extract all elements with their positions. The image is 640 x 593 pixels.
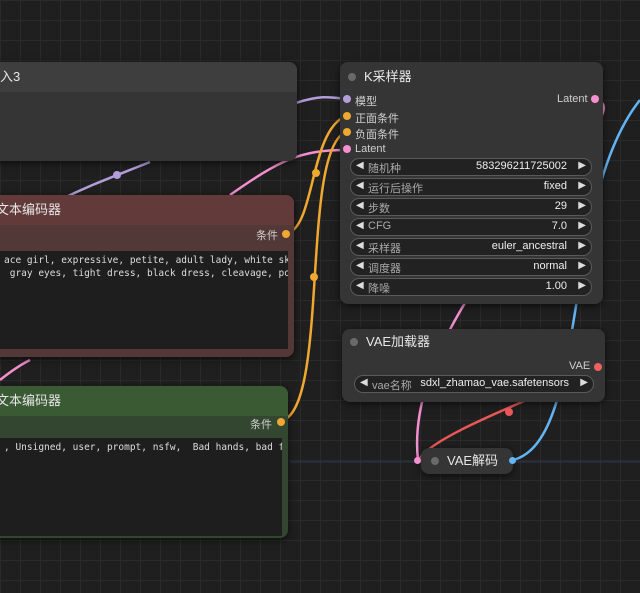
ksampler-input-positive-label: 正面条件 xyxy=(355,113,399,125)
negative-encoder-output: 条件 xyxy=(250,416,272,432)
scheduler-widget[interactable]: ◀ 调度器 normal ▶ xyxy=(350,258,592,276)
denoise-value: 1.00 xyxy=(545,280,567,292)
vae-decode-output-port[interactable] xyxy=(509,457,516,464)
right-arrow-icon[interactable]: ▶ xyxy=(578,260,586,271)
node-graph-canvas[interactable]: 入3 文本编码器 条件 ace girl, expressive, petite… xyxy=(0,0,640,593)
latent-wire-lower xyxy=(0,358,31,381)
ksampler-output: Latent xyxy=(557,93,588,105)
right-arrow-icon[interactable]: ▶ xyxy=(578,220,586,231)
ksampler-output-port[interactable] xyxy=(591,95,599,103)
left-arrow-icon[interactable]: ◀ xyxy=(356,240,364,251)
right-arrow-icon[interactable]: ▶ xyxy=(580,377,588,388)
sampler-value: euler_ancestral xyxy=(491,240,567,252)
reroute-dot-negative[interactable] xyxy=(310,273,318,281)
ksampler-latent-port[interactable] xyxy=(343,145,351,153)
ksampler-input-model-label: 模型 xyxy=(355,96,377,108)
vae-loader-title[interactable]: VAE加载器 xyxy=(342,329,605,355)
cfg-label: CFG xyxy=(368,220,392,232)
positive-encoder-title-text: 文本编码器 xyxy=(0,202,62,217)
scheduler-value: normal xyxy=(533,260,567,272)
vae-name-widget[interactable]: ◀ vae名称 sdxl_zhamao_vae.safetensors ▶ xyxy=(354,375,594,393)
cfg-value: 7.0 xyxy=(551,220,567,232)
positive-encoder-output: 条件 xyxy=(256,227,278,243)
vae-loader-collapse-dot[interactable] xyxy=(350,338,358,346)
vae-decode-title[interactable]: VAE解码 xyxy=(421,448,513,474)
steps-label: 步数 xyxy=(368,203,390,215)
control-after-generate-label: 运行后操作 xyxy=(368,183,423,195)
scheduler-label: 调度器 xyxy=(368,263,401,275)
vae-loader-output: VAE xyxy=(569,360,590,372)
negative-encoder-output-label: 条件 xyxy=(250,419,272,431)
ksampler-output-label: Latent xyxy=(557,93,588,105)
right-arrow-icon[interactable]: ▶ xyxy=(578,280,586,291)
positive-encoder-title[interactable]: 文本编码器 xyxy=(0,195,294,225)
left-arrow-icon[interactable]: ◀ xyxy=(356,260,364,271)
negative-encoder-title-text: 文本编码器 xyxy=(0,393,62,408)
reroute-dot-model[interactable] xyxy=(113,171,121,179)
vae-loader-title-text: VAE加载器 xyxy=(366,334,431,349)
cfg-widget[interactable]: ◀ CFG 7.0 ▶ xyxy=(350,218,592,236)
ksampler-negative-port[interactable] xyxy=(343,128,351,136)
vae-name-value: sdxl_zhamao_vae.safetensors xyxy=(420,377,569,389)
steps-value: 29 xyxy=(554,200,567,212)
left-arrow-icon[interactable]: ◀ xyxy=(360,377,368,388)
vae-decode-title-text: VAE解码 xyxy=(447,453,499,468)
ksampler-input-negative-label: 负面条件 xyxy=(355,129,399,141)
seed-value: 583296211725002 xyxy=(476,160,567,172)
vae-name-label: vae名称 xyxy=(372,380,412,392)
ksampler-title-text: K采样器 xyxy=(364,69,412,84)
left-arrow-icon[interactable]: ◀ xyxy=(356,180,364,191)
right-arrow-icon[interactable]: ▶ xyxy=(578,200,586,211)
top-left-node-title[interactable]: 入3 xyxy=(0,62,297,92)
sampler-label: 采样器 xyxy=(368,243,401,255)
negative-prompt-textarea[interactable]: , Unsigned, user, prompt, nsfw, Bad hand… xyxy=(0,438,282,536)
ksampler-node[interactable]: K采样器 模型 正面条件 负面条件 Latent Latent ◀ 随机种 58… xyxy=(340,62,603,304)
right-arrow-icon[interactable]: ▶ xyxy=(578,160,586,171)
denoise-widget[interactable]: ◀ 降噪 1.00 ▶ xyxy=(350,278,592,296)
model-wire xyxy=(295,96,347,105)
positive-prompt-textarea[interactable]: ace girl, expressive, petite, adult lady… xyxy=(0,251,288,349)
positive-encoder-output-port[interactable] xyxy=(282,230,290,238)
top-left-node[interactable]: 入3 xyxy=(0,62,297,161)
reroute-dot-vae[interactable] xyxy=(505,408,513,416)
steps-widget[interactable]: ◀ 步数 29 ▶ xyxy=(350,198,592,216)
top-left-node-title-text: 入3 xyxy=(0,69,21,84)
sampler-widget[interactable]: ◀ 采样器 euler_ancestral ▶ xyxy=(350,238,592,256)
left-arrow-icon[interactable]: ◀ xyxy=(356,220,364,231)
right-arrow-icon[interactable]: ▶ xyxy=(578,180,586,191)
ksampler-positive-port[interactable] xyxy=(343,112,351,120)
negative-encoder-title[interactable]: 文本编码器 xyxy=(0,386,288,416)
ksampler-input-latent: Latent xyxy=(355,143,386,155)
left-arrow-icon[interactable]: ◀ xyxy=(356,160,364,171)
positive-encoder-output-label: 条件 xyxy=(256,230,278,242)
vae-decode-collapse-dot[interactable] xyxy=(431,457,439,465)
vae-loader-output-port[interactable] xyxy=(594,363,602,371)
seed-widget[interactable]: ◀ 随机种 583296211725002 ▶ xyxy=(350,158,592,176)
seed-label: 随机种 xyxy=(368,163,401,175)
ksampler-input-latent-label: Latent xyxy=(355,143,386,155)
vae-loader-node[interactable]: VAE加载器 VAE ◀ vae名称 sdxl_zhamao_vae.safet… xyxy=(342,329,605,402)
control-after-generate-value: fixed xyxy=(543,180,567,192)
ksampler-collapse-dot[interactable] xyxy=(348,73,356,81)
left-arrow-icon[interactable]: ◀ xyxy=(356,280,364,291)
vae-decode-input-port[interactable] xyxy=(414,457,421,464)
ksampler-model-port[interactable] xyxy=(343,95,351,103)
vae-loader-output-label: VAE xyxy=(569,360,591,372)
positive-text-encoder-node[interactable]: 文本编码器 条件 ace girl, expressive, petite, a… xyxy=(0,195,294,357)
control-after-generate-widget[interactable]: ◀ 运行后操作 fixed ▶ xyxy=(350,178,592,196)
denoise-label: 降噪 xyxy=(368,283,390,295)
ksampler-input-positive: 正面条件 xyxy=(355,110,399,126)
ksampler-input-model: 模型 xyxy=(355,93,377,109)
negative-text-encoder-node[interactable]: 文本编码器 条件 , Unsigned, user, prompt, nsfw,… xyxy=(0,386,288,538)
left-arrow-icon[interactable]: ◀ xyxy=(356,200,364,211)
ksampler-input-negative: 负面条件 xyxy=(355,126,399,142)
reroute-dot-positive[interactable] xyxy=(312,169,320,177)
vae-decode-node[interactable]: VAE解码 xyxy=(421,448,513,474)
negative-encoder-output-port[interactable] xyxy=(277,418,285,426)
ksampler-title[interactable]: K采样器 xyxy=(340,62,603,92)
right-arrow-icon[interactable]: ▶ xyxy=(578,240,586,251)
